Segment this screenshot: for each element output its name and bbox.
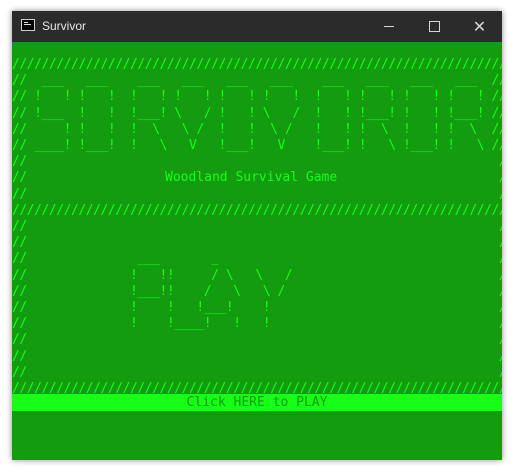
- game-window: Survivor ✕ /////////////////////////////…: [12, 11, 502, 460]
- maximize-button[interactable]: [412, 11, 457, 42]
- play-art-clickable-area[interactable]: [30, 231, 488, 383]
- close-icon: ✕: [472, 17, 487, 36]
- minimize-icon: [384, 26, 394, 27]
- game-subtitle: Woodland Survival Game: [165, 170, 338, 185]
- window-title: Survivor: [42, 19, 87, 33]
- console-area: ////////////////////////////////////////…: [12, 42, 502, 460]
- close-button[interactable]: ✕: [457, 11, 502, 42]
- click-to-play-button[interactable]: Click HERE to PLAY: [12, 394, 502, 411]
- minimize-button[interactable]: [367, 11, 412, 42]
- title-bar[interactable]: Survivor ✕: [12, 11, 502, 42]
- console-app-icon: [21, 19, 35, 31]
- maximize-icon: [429, 21, 440, 32]
